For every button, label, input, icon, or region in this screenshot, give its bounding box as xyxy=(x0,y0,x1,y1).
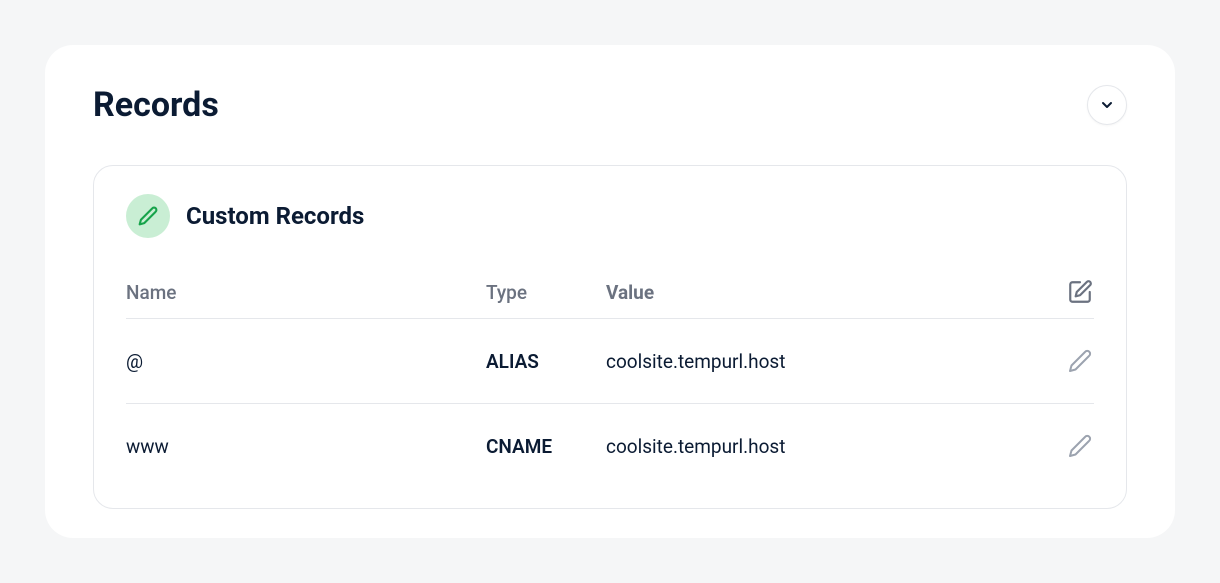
table-header-row: Name Type Value xyxy=(126,266,1094,319)
cell-value: coolsite.tempurl.host xyxy=(606,435,1044,458)
cell-type: ALIAS xyxy=(486,350,606,373)
edit-record-button[interactable] xyxy=(1066,432,1094,460)
column-header-name: Name xyxy=(126,281,486,304)
collapse-button[interactable] xyxy=(1087,85,1127,125)
records-table: Name Type Value @ ALIAS xyxy=(126,266,1094,488)
bulk-edit-button[interactable] xyxy=(1066,278,1094,306)
column-header-action xyxy=(1044,278,1094,306)
pencil-icon xyxy=(1068,434,1092,458)
pencil-icon xyxy=(1068,349,1092,373)
column-header-value: Value xyxy=(606,281,1044,304)
custom-records-title: Custom Records xyxy=(186,202,364,230)
custom-records-panel: Custom Records Name Type Value xyxy=(93,165,1127,509)
records-card-header: Records xyxy=(93,85,1127,125)
cell-name: www xyxy=(126,435,486,458)
table-row: www CNAME coolsite.tempurl.host xyxy=(126,404,1094,488)
pencil-icon-circle xyxy=(126,194,170,238)
cell-action xyxy=(1044,347,1094,375)
edit-square-icon xyxy=(1067,279,1093,305)
cell-name: @ xyxy=(126,350,486,373)
cell-value: coolsite.tempurl.host xyxy=(606,350,1044,373)
cell-action xyxy=(1044,432,1094,460)
edit-record-button[interactable] xyxy=(1066,347,1094,375)
pencil-icon xyxy=(138,206,158,226)
cell-type: CNAME xyxy=(486,435,606,458)
records-card: Records Custom Records Name xyxy=(45,45,1175,538)
column-header-type: Type xyxy=(486,281,606,304)
custom-records-panel-header: Custom Records xyxy=(126,194,1094,238)
chevron-down-icon xyxy=(1099,97,1115,113)
table-row: @ ALIAS coolsite.tempurl.host xyxy=(126,319,1094,404)
records-title: Records xyxy=(93,85,219,125)
